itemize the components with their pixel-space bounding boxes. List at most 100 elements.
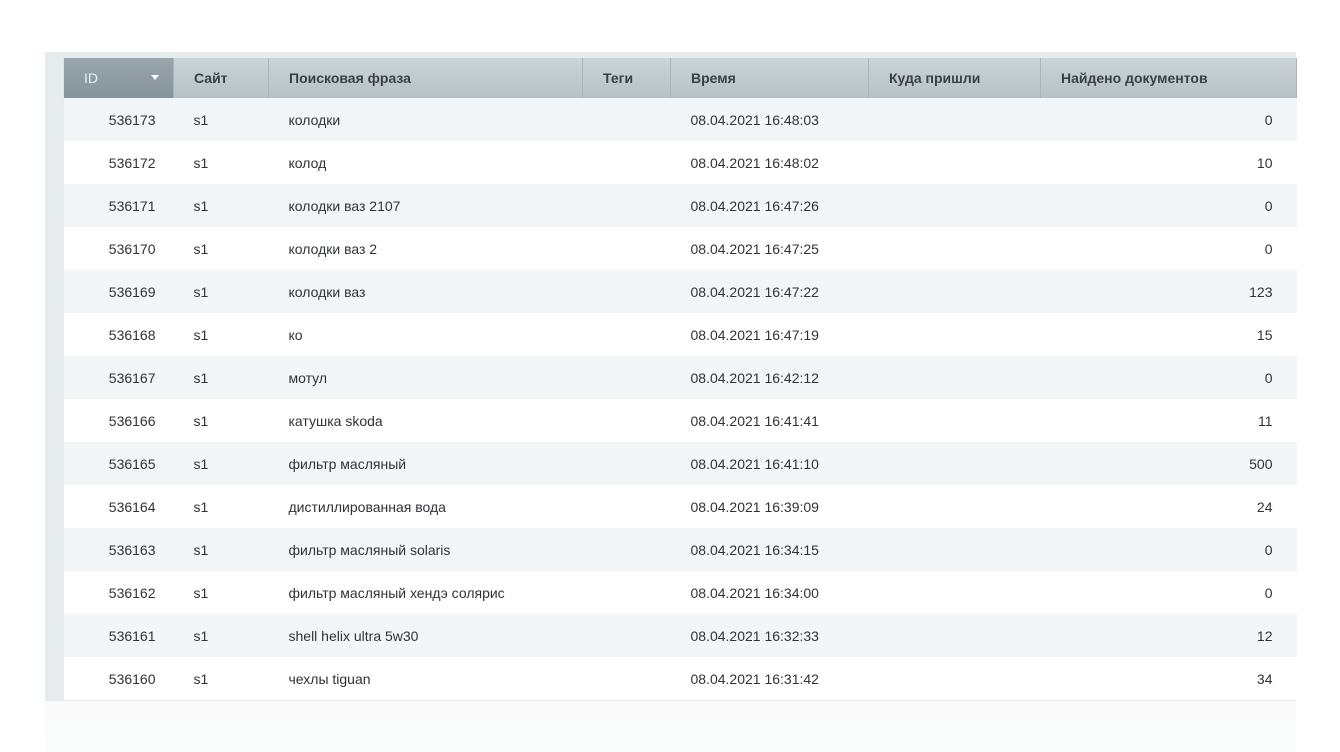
cell-phrase: фильтр масляный хендэ солярис <box>268 571 583 614</box>
cell-phrase: дистиллированная вода <box>268 485 583 528</box>
cell-destination <box>868 356 1041 399</box>
cell-found: 24 <box>1040 485 1297 528</box>
cell-id: 536166 <box>63 399 174 442</box>
cell-phrase: колодки <box>268 98 583 141</box>
column-header-destination[interactable]: Куда пришли <box>868 58 1041 98</box>
column-header-found[interactable]: Найдено документов <box>1040 58 1297 98</box>
cell-id: 536164 <box>63 485 174 528</box>
cell-destination <box>868 313 1041 356</box>
cell-tags <box>582 98 671 141</box>
table-row[interactable]: 536160 s1 чехлы tiguan 08.04.2021 16:31:42 3… <box>63 657 1297 700</box>
table-row[interactable]: 536170 s1 колодки ваз 2 08.04.2021 16:47:25… <box>63 227 1297 270</box>
cell-destination <box>868 571 1041 614</box>
table-row[interactable]: 536163 s1 фильтр масляный solaris 08.04.202… <box>63 528 1297 571</box>
table-row[interactable]: 536166 s1 катушка skoda 08.04.2021 16:41:41… <box>63 399 1297 442</box>
cell-destination <box>868 657 1041 700</box>
column-header-time[interactable]: Время <box>670 58 869 98</box>
cell-found: 12 <box>1040 614 1297 657</box>
table-row[interactable]: 536168 s1 ко 08.04.2021 16:47:19 15 <box>63 313 1297 356</box>
cell-site: s1 <box>173 571 269 614</box>
cell-found: 15 <box>1040 313 1297 356</box>
cell-time: 08.04.2021 16:48:03 <box>670 98 869 141</box>
table-row[interactable]: 536161 s1 shell helix ultra 5w30 08.04.2021… <box>63 614 1297 657</box>
cell-destination <box>868 528 1041 571</box>
cell-time: 08.04.2021 16:41:10 <box>670 442 869 485</box>
cell-tags <box>582 571 671 614</box>
cell-time: 08.04.2021 16:47:25 <box>670 227 869 270</box>
column-header-site[interactable]: Сайт <box>173 58 269 98</box>
cell-tags <box>582 227 671 270</box>
table-row[interactable]: 536165 s1 фильтр масляный 08.04.2021 16:41:… <box>63 442 1297 485</box>
cell-tags <box>582 485 671 528</box>
cell-phrase: колодки ваз 2107 <box>268 184 583 227</box>
cell-destination <box>868 485 1041 528</box>
cell-site: s1 <box>173 141 269 184</box>
cell-found: 123 <box>1040 270 1297 313</box>
cell-site: s1 <box>173 485 269 528</box>
cell-tags <box>582 356 671 399</box>
search-log-table: ID Сайт Поисковая фраза Теги Время Куда … <box>63 58 1297 700</box>
cell-phrase: колодки ваз <box>268 270 583 313</box>
cell-id: 536163 <box>63 528 174 571</box>
cell-destination <box>868 227 1041 270</box>
cell-found: 11 <box>1040 399 1297 442</box>
cell-destination <box>868 442 1041 485</box>
sort-desc-icon[interactable] <box>151 75 159 80</box>
cell-tags <box>582 313 671 356</box>
cell-tags <box>582 184 671 227</box>
cell-phrase: чехлы tiguan <box>268 657 583 700</box>
cell-site: s1 <box>173 657 269 700</box>
cell-site: s1 <box>173 313 269 356</box>
cell-phrase: фильтр масляный <box>268 442 583 485</box>
cell-found: 500 <box>1040 442 1297 485</box>
cell-tags <box>582 528 671 571</box>
table-row[interactable]: 536167 s1 мотул 08.04.2021 16:42:12 0 <box>63 356 1297 399</box>
cell-found: 10 <box>1040 141 1297 184</box>
cell-id: 536165 <box>63 442 174 485</box>
table-row[interactable]: 536162 s1 фильтр масляный хендэ солярис 08.… <box>63 571 1297 614</box>
cell-time: 08.04.2021 16:39:09 <box>670 485 869 528</box>
cell-destination <box>868 270 1041 313</box>
cell-phrase: колод <box>268 141 583 184</box>
cell-id: 536167 <box>63 356 174 399</box>
column-header-tags[interactable]: Теги <box>582 58 671 98</box>
cell-destination <box>868 141 1041 184</box>
cell-id: 536170 <box>63 227 174 270</box>
table-row[interactable]: 536164 s1 дистиллированная вода 08.04.2021 … <box>63 485 1297 528</box>
cell-tags <box>582 141 671 184</box>
table-row[interactable]: 536171 s1 колодки ваз 2107 08.04.2021 16:47… <box>63 184 1297 227</box>
cell-site: s1 <box>173 184 269 227</box>
cell-time: 08.04.2021 16:34:15 <box>670 528 869 571</box>
cell-time: 08.04.2021 16:31:42 <box>670 657 869 700</box>
table-row[interactable]: 536172 s1 колод 08.04.2021 16:48:02 10 <box>63 141 1297 184</box>
cell-id: 536162 <box>63 571 174 614</box>
cell-destination <box>868 184 1041 227</box>
cell-found: 34 <box>1040 657 1297 700</box>
cell-id: 536173 <box>63 98 174 141</box>
cell-tags <box>582 442 671 485</box>
cell-phrase: фильтр масляный solaris <box>268 528 583 571</box>
cell-tags <box>582 399 671 442</box>
cell-time: 08.04.2021 16:32:33 <box>670 614 869 657</box>
cell-site: s1 <box>173 528 269 571</box>
cell-time: 08.04.2021 16:47:26 <box>670 184 869 227</box>
cell-site: s1 <box>173 227 269 270</box>
cell-time: 08.04.2021 16:47:22 <box>670 270 869 313</box>
cell-found: 0 <box>1040 356 1297 399</box>
cell-site: s1 <box>173 98 269 141</box>
cell-found: 0 <box>1040 227 1297 270</box>
column-header-id[interactable]: ID <box>63 58 174 98</box>
cell-time: 08.04.2021 16:48:02 <box>670 141 869 184</box>
cell-time: 08.04.2021 16:41:41 <box>670 399 869 442</box>
cell-found: 0 <box>1040 528 1297 571</box>
cell-id: 536169 <box>63 270 174 313</box>
cell-tags <box>582 270 671 313</box>
table-row[interactable]: 536169 s1 колодки ваз 08.04.2021 16:47:22 12… <box>63 270 1297 313</box>
cell-destination <box>868 399 1041 442</box>
cell-found: 0 <box>1040 571 1297 614</box>
cell-id: 536161 <box>63 614 174 657</box>
table-row[interactable]: 536173 s1 колодки 08.04.2021 16:48:03 0 <box>63 98 1297 141</box>
cell-id: 536160 <box>63 657 174 700</box>
column-header-phrase[interactable]: Поисковая фраза <box>268 58 583 98</box>
cell-tags <box>582 657 671 700</box>
